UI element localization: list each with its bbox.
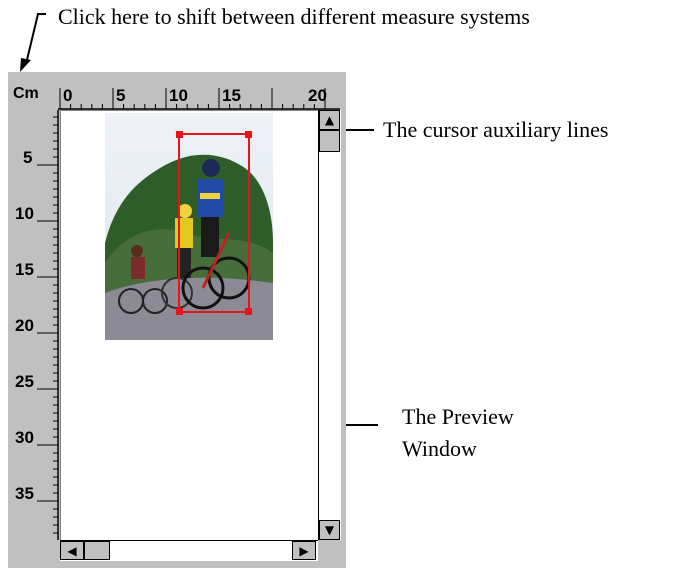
selection-frame[interactable] bbox=[176, 131, 252, 315]
arrow-right-icon: ▶ bbox=[299, 543, 309, 558]
selection-handle-bottom-right[interactable] bbox=[245, 308, 252, 315]
horizontal-scrollbar[interactable]: ◀ ▶ bbox=[60, 540, 318, 561]
ruler-left-label: 35 bbox=[15, 484, 34, 503]
ruler-left-label: 20 bbox=[15, 316, 34, 335]
ruler-left-label: 15 bbox=[15, 260, 34, 279]
selection-handle-top-right[interactable] bbox=[245, 131, 252, 138]
preview-window[interactable] bbox=[60, 110, 319, 541]
vertical-ruler: 5 10 15 20 25 30 35 bbox=[13, 110, 59, 540]
scroll-left-button[interactable]: ◀ bbox=[60, 541, 84, 560]
ruler-left-label: 10 bbox=[15, 204, 34, 223]
ruler-top-label: 0 bbox=[63, 86, 72, 105]
vertical-scroll-thumb[interactable] bbox=[319, 130, 340, 152]
selection-handle-bottom-left[interactable] bbox=[176, 308, 183, 315]
ruler-left-label: 5 bbox=[23, 148, 32, 167]
ruler-top-label: 10 bbox=[169, 86, 188, 105]
scroll-right-button[interactable]: ▶ bbox=[292, 541, 316, 560]
arrow-up-icon: ▲ bbox=[324, 113, 335, 127]
ruler-top-label: 15 bbox=[222, 86, 241, 105]
horizontal-scroll-thumb[interactable] bbox=[84, 541, 110, 560]
vertical-scrollbar[interactable]: ▲ ▼ bbox=[318, 110, 341, 540]
scroll-down-button[interactable]: ▼ bbox=[319, 520, 340, 540]
scrollbar-corner bbox=[318, 540, 340, 560]
horizontal-ruler: 0 5 10 15 20 bbox=[58, 80, 340, 110]
arrow-left-icon: ◀ bbox=[67, 543, 77, 558]
measure-system-arrow bbox=[25, 13, 46, 65]
measure-system-arrowhead bbox=[20, 58, 31, 72]
ruler-top-label: 5 bbox=[116, 86, 125, 105]
measure-unit-toggle-button[interactable]: Cm bbox=[13, 78, 51, 110]
arrow-down-icon: ▼ bbox=[324, 523, 335, 537]
ruler-left-label: 30 bbox=[15, 428, 34, 447]
ruler-left-label: 25 bbox=[15, 372, 34, 391]
selection-handle-top-left[interactable] bbox=[176, 131, 183, 138]
scroll-up-button[interactable]: ▲ bbox=[319, 110, 340, 130]
ruler-top-label: 20 bbox=[308, 86, 327, 105]
